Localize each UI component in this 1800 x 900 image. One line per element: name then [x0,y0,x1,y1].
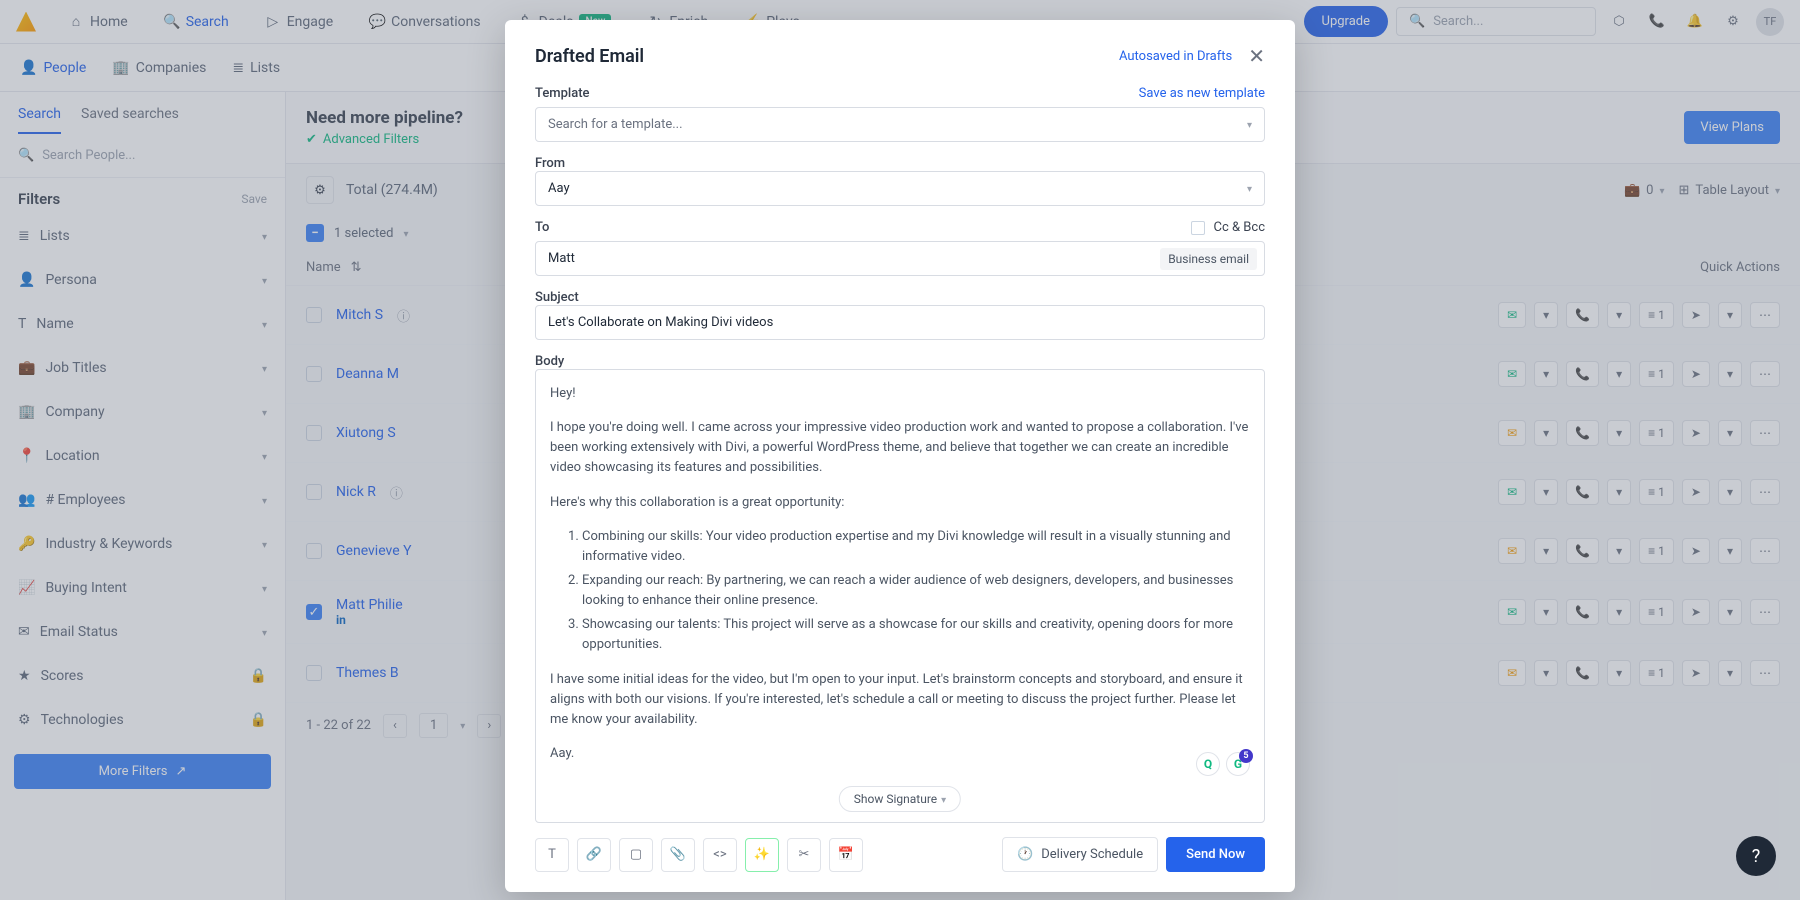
subject-label: Subject [535,290,579,305]
to-field[interactable]: Matt [535,241,1265,276]
to-label: To [535,220,549,235]
business-email-badge: Business email [1160,248,1257,270]
snippet-button[interactable]: ✂ [787,838,821,872]
from-label: From [535,156,565,171]
calendar-button[interactable]: 📅 [829,838,863,872]
modal-overlay: Drafted Email Autosaved in Drafts ✕ Temp… [0,0,1800,900]
delivery-schedule-button[interactable]: 🕐Delivery Schedule [1002,837,1158,872]
from-select[interactable]: Aay [535,171,1265,206]
quillbot-icon[interactable]: Q [1196,752,1220,776]
autosave-status[interactable]: Autosaved in Drafts [1119,49,1232,64]
code-button[interactable]: <> [703,838,737,872]
send-now-button[interactable]: Send Now [1166,837,1265,872]
text-format-button[interactable]: T [535,838,569,872]
help-button[interactable]: ? [1736,836,1776,876]
body-editor[interactable]: Hey! I hope you're doing well. I came ac… [535,369,1265,823]
cc-bcc-toggle[interactable]: Cc & Bcc [1191,220,1265,235]
template-label: Template [535,86,590,101]
clock-icon: 🕐 [1017,847,1033,862]
link-button[interactable]: 🔗 [577,838,611,872]
ai-assist-button[interactable]: ✨ [745,838,779,872]
body-label: Body [535,354,564,369]
show-signature-button[interactable]: Show Signature [839,786,961,812]
grammarly-icon[interactable]: G5 [1226,752,1250,776]
modal-title: Drafted Email [535,46,1119,67]
template-select[interactable]: Search for a template... [535,107,1265,142]
close-icon[interactable]: ✕ [1248,44,1265,68]
image-button[interactable]: ▢ [619,838,653,872]
save-template-link[interactable]: Save as new template [1139,86,1265,101]
email-modal: Drafted Email Autosaved in Drafts ✕ Temp… [505,20,1295,892]
attachment-button[interactable]: 📎 [661,838,695,872]
subject-input[interactable] [535,305,1265,340]
